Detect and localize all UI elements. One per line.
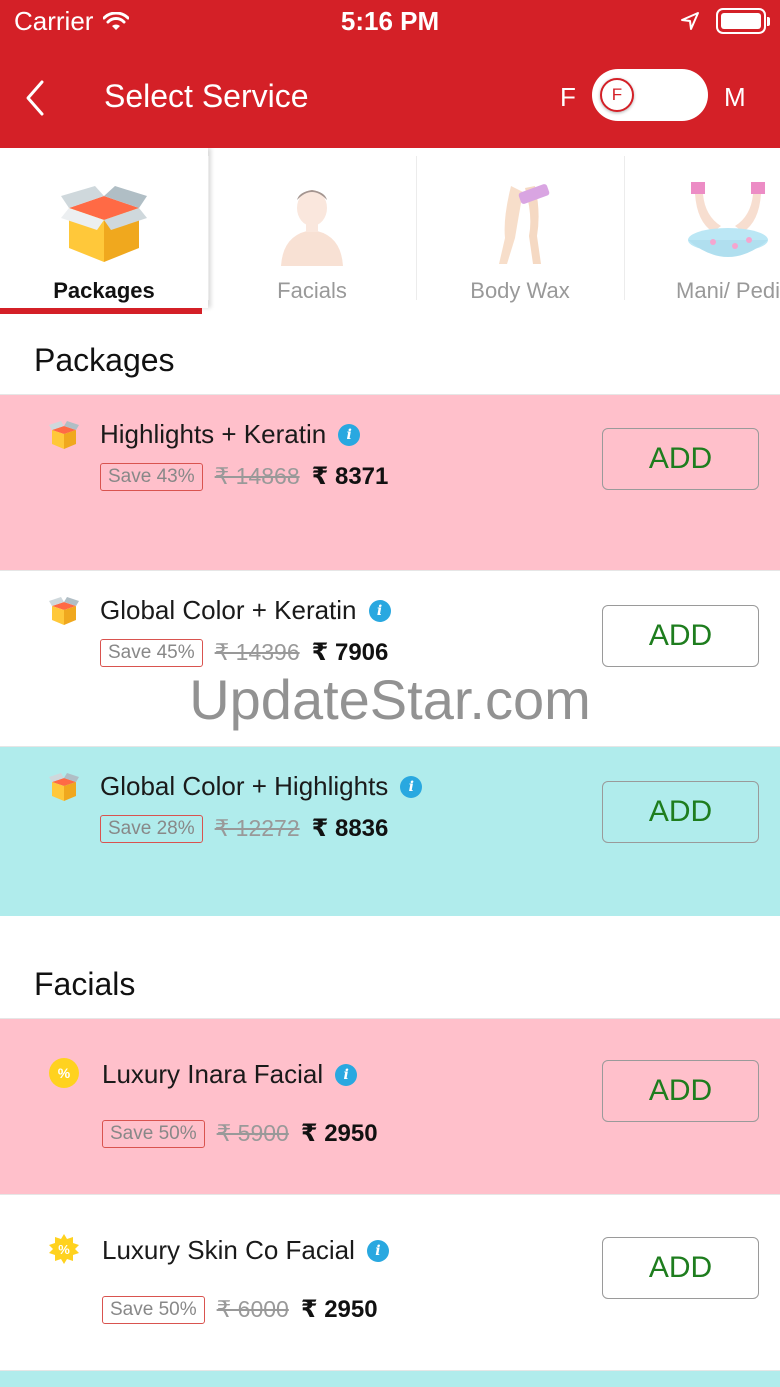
service-row[interactable]: % Luxury Inara Facial i Save 50% ₹ 5900 … bbox=[0, 1018, 780, 1194]
package-box-icon bbox=[49, 421, 79, 449]
tab-body-wax[interactable]: Body Wax bbox=[416, 148, 624, 308]
add-button[interactable]: ADD bbox=[602, 605, 759, 667]
service-row[interactable]: % Luxury Skin Co Facial i Save 50% ₹ 600… bbox=[0, 1194, 780, 1370]
gender-toggle-knob[interactable]: F bbox=[600, 78, 634, 112]
info-icon[interactable]: i bbox=[335, 1063, 358, 1086]
add-button[interactable]: ADD bbox=[602, 1060, 759, 1122]
info-icon[interactable]: i bbox=[366, 1239, 389, 1262]
service-row-partial bbox=[0, 1370, 780, 1387]
service-name: Luxury Skin Co Facial i bbox=[102, 1235, 389, 1266]
app-header: Carrier 5:16 PM Select Service F F M bbox=[0, 0, 780, 148]
original-price: ₹ 14868 bbox=[214, 463, 300, 489]
package-box-icon bbox=[49, 597, 79, 625]
status-bar: Carrier 5:16 PM bbox=[0, 0, 780, 44]
service-row[interactable]: Global Color + Keratin i Save 45% ₹ 1439… bbox=[0, 570, 780, 746]
save-badge: Save 45% bbox=[100, 638, 203, 667]
tab-packages-label: Packages bbox=[53, 278, 155, 303]
original-price: ₹ 5900 bbox=[216, 1120, 289, 1146]
service-name-text: Global Color + Highlights bbox=[100, 771, 389, 801]
add-button[interactable]: ADD bbox=[602, 781, 759, 843]
info-icon[interactable]: i bbox=[368, 599, 391, 622]
page-title: Select Service bbox=[104, 78, 309, 114]
save-badge: Save 50% bbox=[102, 1119, 205, 1148]
tab-body-wax-label: Body Wax bbox=[470, 278, 570, 303]
service-row[interactable]: Global Color + Highlights i Save 28% ₹ 1… bbox=[0, 746, 780, 916]
manicure-bowl-icon bbox=[688, 182, 768, 257]
price-group: Save 43% ₹ 14868 ₹ 8371 bbox=[100, 462, 388, 491]
category-tabs: Packages Facials Body Wax Mani/ Pedi bbox=[0, 148, 780, 316]
svg-text:%: % bbox=[58, 1065, 71, 1081]
discounted-price: ₹ 2950 bbox=[300, 1296, 378, 1323]
package-box-icon bbox=[61, 186, 147, 262]
add-button[interactable]: ADD bbox=[602, 428, 759, 490]
price-group: Save 45% ₹ 14396 ₹ 7906 bbox=[100, 638, 388, 667]
discounted-price: ₹ 8371 bbox=[311, 463, 389, 490]
discounted-price: ₹ 7906 bbox=[311, 639, 389, 666]
svg-text:%: % bbox=[58, 1242, 70, 1257]
info-icon[interactable]: i bbox=[400, 775, 423, 798]
save-badge: Save 50% bbox=[102, 1295, 205, 1324]
discounted-price: ₹ 8836 bbox=[311, 815, 389, 842]
nav-bar: Select Service F F M bbox=[0, 52, 780, 142]
price-group: Save 50% ₹ 5900 ₹ 2950 bbox=[102, 1119, 378, 1148]
back-chevron-icon[interactable] bbox=[20, 78, 50, 118]
save-badge: Save 28% bbox=[100, 814, 203, 843]
tab-mani-pedi-label: Mani/ Pedi bbox=[676, 278, 780, 303]
tab-packages[interactable]: Packages bbox=[0, 148, 208, 314]
location-arrow-icon bbox=[681, 12, 699, 30]
original-price: ₹ 6000 bbox=[216, 1296, 289, 1322]
add-button[interactable]: ADD bbox=[602, 1237, 759, 1299]
service-name-text: Luxury Inara Facial bbox=[102, 1059, 324, 1089]
battery-icon bbox=[716, 8, 770, 34]
info-icon[interactable]: i bbox=[338, 423, 361, 446]
tab-mani-pedi[interactable]: Mani/ Pedi bbox=[624, 148, 780, 308]
service-name: Global Color + Highlights i bbox=[100, 771, 423, 802]
gender-female-label: F bbox=[560, 82, 576, 112]
save-badge: Save 43% bbox=[100, 462, 203, 491]
service-name: Luxury Inara Facial i bbox=[102, 1059, 358, 1090]
service-name-text: Highlights + Keratin bbox=[100, 419, 327, 449]
tab-facials[interactable]: Facials bbox=[208, 148, 416, 308]
facial-woman-icon bbox=[281, 190, 343, 266]
gender-toggle[interactable]: F bbox=[592, 69, 708, 121]
service-name-text: Luxury Skin Co Facial bbox=[102, 1235, 355, 1265]
service-name: Global Color + Keratin i bbox=[100, 595, 391, 626]
tab-facials-label: Facials bbox=[277, 278, 347, 303]
discounted-price: ₹ 2950 bbox=[300, 1120, 378, 1147]
price-group: Save 28% ₹ 12272 ₹ 8836 bbox=[100, 814, 388, 843]
service-name: Highlights + Keratin i bbox=[100, 419, 361, 450]
active-tab-indicator bbox=[0, 308, 202, 314]
discount-badge-icon: % bbox=[49, 1058, 79, 1088]
gender-male-label: M bbox=[724, 82, 746, 112]
body-wax-legs-icon bbox=[499, 184, 550, 264]
original-price: ₹ 12272 bbox=[214, 815, 300, 841]
section-title-facials: Facials bbox=[34, 966, 136, 1002]
price-group: Save 50% ₹ 6000 ₹ 2950 bbox=[102, 1295, 378, 1324]
service-row[interactable]: Highlights + Keratin i Save 43% ₹ 14868 … bbox=[0, 394, 780, 570]
section-title-packages: Packages bbox=[34, 342, 175, 378]
original-price: ₹ 14396 bbox=[214, 639, 300, 665]
status-right bbox=[680, 8, 770, 34]
discount-badge-icon: % bbox=[49, 1234, 79, 1264]
status-time: 5:16 PM bbox=[340, 6, 440, 36]
package-box-icon bbox=[49, 773, 79, 801]
service-name-text: Global Color + Keratin bbox=[100, 595, 357, 625]
